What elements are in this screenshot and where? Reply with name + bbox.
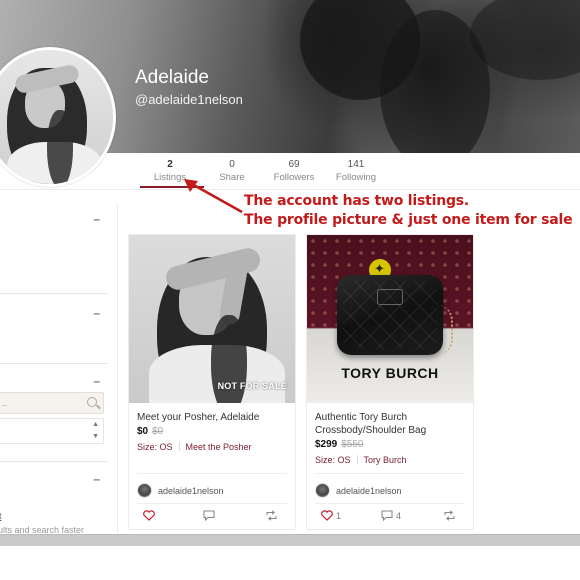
comment-icon xyxy=(203,510,215,521)
scroll-down-icon[interactable]: ▼ xyxy=(92,433,99,440)
listing-size[interactable]: Size: OS xyxy=(137,442,173,452)
listing-actions: 1 4 xyxy=(307,510,473,526)
listing-image[interactable]: TORY BURCH xyxy=(307,235,473,403)
like-button[interactable]: 1 xyxy=(321,510,341,521)
listing-brand[interactable]: Meet the Posher xyxy=(186,442,252,452)
sidebar-link[interactable]: t xyxy=(0,511,2,521)
window-bottom-bar xyxy=(0,534,580,546)
listing-price-current: $299 xyxy=(315,439,338,450)
listing-size[interactable]: Size: OS xyxy=(315,455,351,465)
comment-button[interactable] xyxy=(203,510,218,521)
seller-avatar[interactable] xyxy=(137,483,152,498)
stat-followers-label: Followers xyxy=(273,172,315,183)
filter-section-2: – xyxy=(0,294,108,364)
listing-seller[interactable]: adelaide1nelson xyxy=(137,483,224,498)
card-divider xyxy=(137,473,287,474)
listing-meta: Size: OS Meet the Posher xyxy=(137,442,252,452)
collapse-icon[interactable]: – xyxy=(93,374,100,388)
card-divider xyxy=(315,503,465,504)
filter-sidebar: – – – .. ▲ ▼ – t ults and search faster xyxy=(0,190,112,535)
seller-avatar[interactable] xyxy=(315,483,330,498)
stat-followers[interactable]: 69 Followers xyxy=(264,158,324,190)
listing-brand[interactable]: Tory Burch xyxy=(364,455,407,465)
profile-name: Adelaide xyxy=(135,67,209,88)
stat-followers-count: 69 xyxy=(288,159,300,170)
comment-count: 4 xyxy=(396,510,402,521)
listing-card[interactable]: NOT FOR SALE Meet your Posher, Adelaide … xyxy=(128,234,296,530)
listing-price: $299 $550 xyxy=(315,439,364,450)
listing-title[interactable]: Authentic Tory Burch Crossbody/Shoulder … xyxy=(315,411,469,437)
listing-price-original: $550 xyxy=(341,439,364,450)
annotation-line-2: The profile picture & just one item for … xyxy=(244,212,573,228)
comment-icon xyxy=(381,510,393,521)
sidebar-divider xyxy=(117,204,118,534)
stat-listings-count: 2 xyxy=(167,159,173,170)
like-count: 1 xyxy=(336,510,342,521)
filter-section-1: – xyxy=(0,190,108,294)
share-button[interactable] xyxy=(265,510,281,521)
card-divider xyxy=(315,473,465,474)
seller-name[interactable]: adelaide1nelson xyxy=(158,486,224,496)
card-divider xyxy=(137,503,287,504)
collapse-icon[interactable]: – xyxy=(93,306,100,320)
filter-section-4: – xyxy=(0,462,108,534)
seller-name[interactable]: adelaide1nelson xyxy=(336,486,402,496)
comment-button[interactable]: 4 xyxy=(381,510,401,521)
listing-actions xyxy=(129,510,295,526)
heart-icon xyxy=(321,510,333,521)
annotation-arrow xyxy=(184,179,243,214)
stat-share-count: 0 xyxy=(229,159,235,170)
search-icon[interactable] xyxy=(87,397,97,407)
profile-handle: @adelaide1nelson xyxy=(135,92,243,107)
not-for-sale-badge: NOT FOR SALE xyxy=(217,381,287,391)
listing-seller[interactable]: adelaide1nelson xyxy=(315,483,402,498)
brand-search-input[interactable]: .. xyxy=(0,392,104,414)
stat-following-count: 141 xyxy=(347,159,365,170)
scroll-up-icon[interactable]: ▲ xyxy=(92,421,99,428)
filter-scroll-list[interactable]: ▲ ▼ xyxy=(0,418,104,444)
like-button[interactable] xyxy=(143,510,158,521)
heart-icon xyxy=(143,510,155,521)
listing-image-brand-text: TORY BURCH xyxy=(341,365,439,381)
listing-card[interactable]: TORY BURCH Authentic Tory Burch Crossbod… xyxy=(306,234,474,530)
stat-following-label: Following xyxy=(335,172,377,183)
listing-title[interactable]: Meet your Posher, Adelaide xyxy=(137,411,291,424)
listing-image[interactable]: NOT FOR SALE xyxy=(129,235,295,403)
listing-meta: Size: OS Tory Burch xyxy=(315,455,407,465)
share-icon xyxy=(444,510,455,521)
listing-price: $0 $0 xyxy=(137,426,163,437)
collapse-icon[interactable]: – xyxy=(93,472,100,486)
handbag-image xyxy=(337,275,443,355)
brand-search-placeholder: .. xyxy=(2,398,8,408)
share-icon xyxy=(266,510,277,521)
stat-following[interactable]: 141 Following xyxy=(326,158,386,190)
listing-price-current: $0 xyxy=(137,426,149,437)
avatar[interactable] xyxy=(0,47,116,187)
listing-price-original: $0 xyxy=(152,426,164,437)
collapse-icon[interactable]: – xyxy=(93,212,100,226)
annotation-line-1: The account has two listings. xyxy=(244,193,470,209)
share-button[interactable] xyxy=(443,510,459,521)
